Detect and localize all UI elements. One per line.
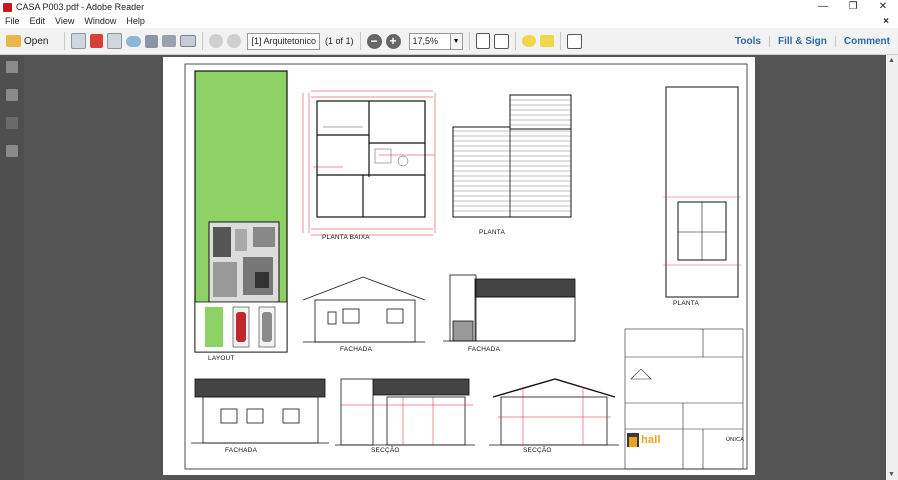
restore-button[interactable]: ❐ — [838, 0, 868, 14]
edit-pdf-icon — [107, 33, 123, 49]
arrow-down-icon — [227, 34, 242, 48]
email-icon — [180, 35, 197, 47]
fachada-posterior-label: FACHADA — [225, 447, 258, 454]
arrow-up-icon — [209, 34, 224, 48]
planta-cobertura-label: PLANTA — [479, 229, 506, 236]
create-pdf-icon — [71, 33, 87, 49]
full-screen-icon — [493, 33, 509, 49]
edit-pdf-button[interactable] — [107, 32, 123, 50]
print-icon — [162, 35, 177, 47]
toolbar-divider — [559, 32, 561, 50]
transverse-section — [489, 378, 619, 446]
highlight-icon — [539, 35, 554, 47]
fill-sign-pane-link[interactable]: Fill & Sign — [768, 35, 835, 47]
menu-window[interactable]: Window — [79, 16, 121, 26]
highlight-button[interactable] — [539, 32, 554, 50]
zoom-in-button[interactable]: + — [385, 32, 401, 50]
stamp-label: ÚNICA — [726, 437, 745, 443]
print-button[interactable] — [162, 32, 177, 50]
chevron-down-icon: ▼ — [452, 37, 460, 45]
zoom-dropdown[interactable]: ▼ — [450, 32, 463, 50]
seccao-transversal-label: SECÇÃO — [523, 447, 552, 454]
pdf-page: LAYOUT PLANTA BAIXA PLANTA PLANTA FACHAD… — [163, 57, 755, 475]
sticky-note-button[interactable] — [521, 32, 536, 50]
seccao-longitudinal-label: SECÇÃO — [371, 447, 400, 454]
page-number-field[interactable]: [1] Arquitetonico — [247, 32, 321, 50]
navigation-panel — [0, 55, 24, 480]
toolbar-divider — [64, 32, 66, 50]
convert-pdf-button[interactable] — [90, 32, 104, 50]
toolbar-divider — [202, 32, 204, 50]
toolbar: Open [1] Arquitetonico (1 of 1) − + 17,5… — [0, 28, 898, 55]
fachada-lateral-label: FACHADA — [468, 346, 501, 353]
toolbar-divider — [468, 32, 470, 50]
site-plan — [663, 86, 741, 298]
cloud-button[interactable] — [126, 32, 142, 50]
menu-file[interactable]: File — [0, 16, 25, 26]
title-block — [624, 328, 744, 470]
fit-page-icon — [475, 33, 490, 49]
create-pdf-button[interactable] — [71, 32, 87, 50]
email-button[interactable] — [180, 32, 197, 50]
page-thumbnails-icon[interactable] — [6, 61, 18, 73]
zoom-input[interactable]: 17,5% — [408, 32, 451, 50]
pdf-convert-icon — [90, 34, 104, 48]
side-facade — [443, 274, 576, 342]
bookmarks-icon[interactable] — [6, 89, 18, 101]
comment-pane-link[interactable]: Comment — [834, 35, 898, 47]
zoom-field[interactable]: 17,5% ▼ — [408, 32, 463, 50]
full-screen-button[interactable] — [493, 32, 509, 50]
window-title: CASA P003.pdf - Adobe Reader — [16, 2, 145, 12]
zoom-out-button[interactable]: − — [366, 32, 382, 50]
layout-label: LAYOUT — [208, 355, 235, 362]
layers-icon[interactable] — [6, 145, 18, 157]
adobe-reader-icon — [3, 2, 12, 12]
fachada-frontal-label: FACHADA — [340, 346, 373, 353]
tools-pane-link[interactable]: Tools — [727, 36, 769, 47]
next-page-button[interactable] — [227, 32, 242, 50]
title-bar: CASA P003.pdf - Adobe Reader — ❐ ✕ — [0, 0, 898, 14]
menu-view[interactable]: View — [50, 16, 79, 26]
close-button[interactable]: ✕ — [868, 0, 898, 14]
zoom-in-icon: + — [385, 33, 401, 49]
comment-icon — [521, 35, 536, 47]
rear-facade — [191, 378, 329, 444]
menu-bar: File Edit View Window Help × — [0, 14, 898, 28]
planta-baixa-label: PLANTA BAIXA — [322, 234, 370, 241]
scroll-down-icon[interactable]: ▼ — [888, 471, 895, 478]
page-count: (1 of 1) — [325, 36, 354, 46]
zoom-out-icon: − — [366, 33, 382, 49]
folder-icon — [6, 35, 21, 47]
attachments-icon[interactable] — [6, 117, 18, 129]
fit-page-button[interactable] — [475, 32, 490, 50]
expand-button[interactable] — [566, 32, 582, 50]
front-facade — [302, 276, 426, 343]
save-button[interactable] — [145, 32, 159, 50]
toolbar-divider — [514, 32, 516, 50]
architectural-drawing — [184, 63, 748, 470]
save-icon — [145, 34, 159, 48]
roof-plan — [452, 94, 572, 218]
planta-situacao-label: PLANTA — [673, 300, 700, 307]
menu-help[interactable]: Help — [121, 16, 150, 26]
close-document-button[interactable]: × — [878, 16, 894, 27]
page-number-input[interactable]: [1] Arquitetonico — [247, 32, 321, 50]
open-button[interactable]: Open — [6, 32, 48, 50]
previous-page-button[interactable] — [209, 32, 224, 50]
minimize-button[interactable]: — — [808, 0, 838, 14]
vertical-scrollbar[interactable]: ▲ ▼ — [886, 55, 898, 480]
longitudinal-section — [335, 378, 475, 446]
open-label: Open — [24, 35, 49, 47]
scroll-up-icon[interactable]: ▲ — [888, 57, 895, 64]
menu-edit[interactable]: Edit — [25, 16, 51, 26]
cloud-icon — [126, 35, 142, 47]
hall-logo: hall — [641, 434, 661, 446]
toolbar-divider — [359, 32, 361, 50]
expand-icon — [566, 33, 582, 49]
